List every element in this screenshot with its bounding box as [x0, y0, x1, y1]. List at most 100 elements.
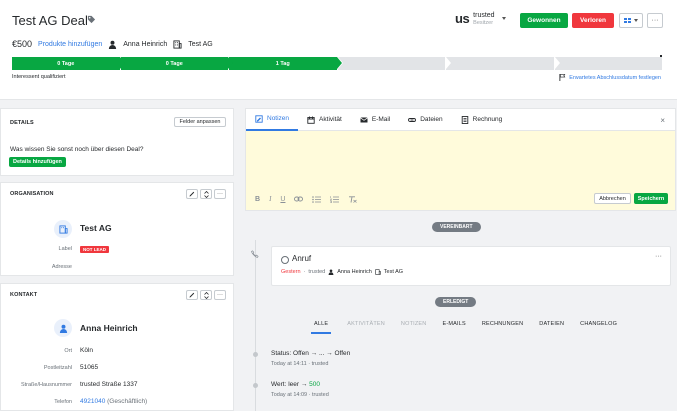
edit-organisation-button[interactable]: [186, 189, 198, 199]
tab-rechnung[interactable]: Rechnung: [452, 109, 512, 131]
bold-icon[interactable]: B: [255, 196, 260, 203]
mark-done-checkbox[interactable]: [281, 256, 289, 264]
planned-pill: VEREINBART: [432, 222, 481, 232]
pipeline-stage[interactable]: [337, 57, 445, 70]
owner-selector[interactable]: us trusted Besitzer: [455, 11, 506, 26]
note-editor: Notizen Aktivität E-Mail Dateien Rechnung × …: [245, 108, 676, 211]
customize-fields-button[interactable]: Felder anpassen: [174, 117, 226, 127]
italic-icon[interactable]: I: [269, 195, 271, 203]
building-icon: [58, 224, 68, 234]
sort-contact-button[interactable]: [200, 290, 212, 300]
link-icon[interactable]: [294, 196, 304, 202]
view-switch-button[interactable]: [619, 13, 643, 28]
pipeline-stage[interactable]: 1 Tag: [229, 57, 341, 70]
pipeline-stage[interactable]: [446, 57, 554, 70]
history-change-prefix: Status: Offen →: [271, 350, 319, 357]
phone-field-key: Telefon: [54, 399, 72, 405]
deal-org-link[interactable]: Test AG: [188, 41, 213, 48]
history-tab-3[interactable]: E-MAILS: [442, 321, 465, 334]
organisation-name[interactable]: Test AG: [80, 223, 112, 233]
history-change-prefix: Wert: leer →: [271, 381, 310, 388]
won-button[interactable]: Gewonnen: [520, 13, 568, 28]
activity-person[interactable]: Anna Heinrich: [337, 269, 372, 275]
lost-button[interactable]: Verloren: [572, 13, 614, 28]
more-actions-button[interactable]: ···: [647, 13, 663, 28]
save-button[interactable]: Speichern: [634, 193, 668, 204]
zip-field-value: 51065: [80, 364, 99, 371]
activity-more-button[interactable]: ···: [655, 253, 662, 260]
edit-contact-button[interactable]: [186, 290, 198, 300]
history-item-meta: Today at 14:11 · trusted: [271, 361, 329, 367]
pipeline-stage[interactable]: 0 Tage: [120, 57, 233, 70]
tab-label: Notizen: [267, 115, 290, 122]
deal-title[interactable]: Test AG Deal: [12, 13, 88, 28]
phone-link[interactable]: 4921040: [80, 398, 105, 405]
deal-person-link[interactable]: Anna Heinrich: [123, 41, 167, 48]
history-dot: [253, 383, 258, 388]
expected-close-date-link[interactable]: Erwartetes Abschlussdatum festlegen: [559, 74, 661, 81]
sort-icon: [203, 291, 209, 299]
note-textarea[interactable]: [246, 132, 675, 190]
history-tab-5[interactable]: DATEIEN: [539, 321, 564, 334]
mail-icon: [360, 116, 368, 124]
phone-icon: [249, 248, 261, 260]
phone-icon-glyph: [251, 250, 259, 258]
history-tab-6[interactable]: CHANGELOG: [580, 321, 617, 334]
deal-header: Test AG Deal €500 Produkte hinzufügen An…: [0, 0, 677, 100]
contact-more-button[interactable]: ···: [214, 290, 226, 300]
tag-icon[interactable]: [87, 15, 96, 24]
organisation-avatar: [54, 220, 72, 238]
tab-label: E-Mail: [371, 116, 391, 123]
underline-icon[interactable]: U: [280, 196, 285, 203]
activity-date: Gestern: [281, 269, 301, 275]
organisation-title: ORGANISATION: [10, 191, 54, 197]
current-stage-label: Interessent qualifiziert: [12, 74, 66, 80]
history-tab-1[interactable]: AKTIVITÄTEN: [347, 321, 385, 334]
cancel-button[interactable]: Abbrechen: [594, 193, 631, 204]
bullet-list-icon[interactable]: [312, 195, 322, 203]
activity-org[interactable]: Test AG: [384, 269, 403, 275]
flag-icon: [559, 74, 566, 81]
contact-panel: KONTAKT ··· Anna Heinrich Ort Köln Postl…: [0, 283, 234, 411]
history-tab-2[interactable]: NOTIZEN: [401, 321, 427, 334]
chevron-down-icon: [501, 17, 506, 20]
tab-aktivit-t[interactable]: Aktivität: [298, 109, 351, 131]
activity-card[interactable]: Anruf Gestern · trusted Anna Heinrich Te…: [271, 246, 671, 286]
expected-close-date-text[interactable]: Erwartetes Abschlussdatum festlegen: [569, 75, 661, 81]
organisation-more-button[interactable]: ···: [214, 189, 226, 199]
phone-field-value: 4921040 (Geschäftlich): [80, 398, 147, 405]
history-change-value: ... → Offen: [318, 350, 351, 357]
owner-info: trusted Besitzer: [473, 12, 494, 26]
add-details-button[interactable]: Details hinzufügen: [9, 157, 66, 167]
label-badge[interactable]: NOT LEAD: [80, 246, 109, 253]
tab-notizen[interactable]: Notizen: [246, 109, 299, 131]
history-tab-4[interactable]: RECHNUNGEN: [482, 321, 523, 334]
tab-label: Dateien: [420, 116, 443, 123]
done-pill: ERLEDIGT: [435, 297, 477, 307]
activity-title[interactable]: Anruf: [292, 254, 311, 263]
pipeline-stages: 0 Tage 0 Tage 1 Tag: [12, 57, 662, 70]
meta-separator: ·: [303, 269, 306, 275]
contact-name[interactable]: Anna Heinrich: [80, 323, 138, 333]
add-products-link[interactable]: Produkte hinzufügen: [38, 41, 102, 48]
tab-dateien[interactable]: Dateien: [399, 109, 451, 131]
pipeline-stage[interactable]: 0 Tage: [12, 57, 124, 70]
calendar-icon: [307, 116, 315, 124]
clear-format-icon[interactable]: [348, 195, 358, 203]
history-item-title: Wert: leer → 500: [271, 381, 320, 388]
history-filter-tabs: ALLE AKTIVITÄTEN NOTIZEN E-MAILS RECHNUNGEN D…: [311, 321, 617, 334]
close-icon[interactable]: ×: [660, 116, 665, 125]
details-question: Was wissen Sie sonst noch über diesen De…: [10, 146, 144, 153]
city-field-value: Köln: [80, 347, 94, 354]
history-tab-0[interactable]: ALLE: [311, 321, 332, 334]
building-icon: [375, 269, 381, 275]
sort-organisation-button[interactable]: [200, 189, 212, 199]
person-icon: [328, 269, 334, 275]
history-item-meta: Today at 14:09 · trusted: [271, 392, 329, 398]
pencil-icon: [189, 292, 195, 298]
pipeline-stage[interactable]: [554, 57, 662, 70]
tab-e-mail[interactable]: E-Mail: [351, 109, 399, 131]
deal-amount[interactable]: €500: [12, 39, 32, 49]
street-field-value: trusted Straße 1337: [80, 381, 138, 388]
numbered-list-icon[interactable]: [330, 195, 340, 203]
